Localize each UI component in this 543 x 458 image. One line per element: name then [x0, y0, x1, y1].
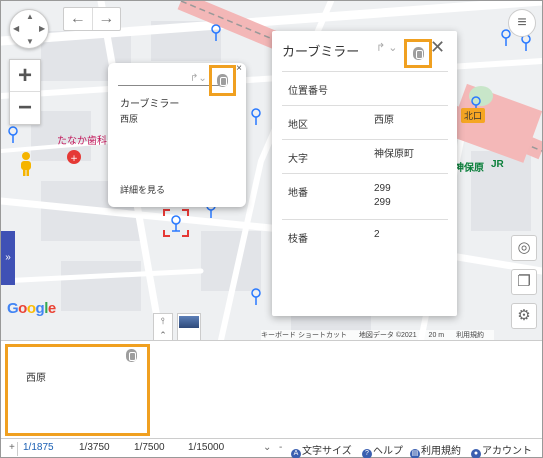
layers-icon[interactable]: ❐	[511, 269, 537, 295]
detail-database-highlight[interactable]	[404, 39, 432, 68]
database-icon[interactable]	[126, 349, 137, 362]
keyboard-shortcuts-link[interactable]: キーボード ショートカット	[261, 332, 347, 339]
bottom-info-area: 西原	[1, 340, 542, 438]
forward-arrow-icon[interactable]: →	[93, 8, 121, 30]
account-icon: ●	[471, 449, 481, 458]
scale-label: 20 m	[428, 332, 445, 339]
database-icon[interactable]	[413, 47, 424, 60]
detail-key: 地区	[288, 120, 308, 131]
detail-row: 地区 西原	[282, 105, 448, 139]
scale-option[interactable]: 1/3750	[79, 442, 110, 453]
divider	[17, 442, 18, 456]
detail-key: 枝番	[288, 234, 308, 245]
scale-dropdown-icon[interactable]: ⌄	[263, 442, 271, 453]
tooltip-divider	[118, 85, 220, 86]
pan-right-icon[interactable]: ▶	[39, 25, 45, 33]
map-attribution: キーボード ショートカット 地図データ ©2021 20 m 利用規約	[261, 330, 495, 340]
font-size-label: 文字サイズ	[302, 446, 352, 457]
help-link[interactable]: ? ヘルプ	[362, 442, 403, 458]
map-data-credit: 地図データ ©2021	[358, 332, 417, 339]
account-label: アカウント	[482, 446, 532, 457]
scale-minus-button[interactable]: -	[279, 442, 282, 453]
zoom-in-button[interactable]: +	[10, 60, 40, 92]
exit-label: 北口	[461, 108, 486, 123]
detail-key: 位置番号	[288, 86, 328, 97]
history-nav: ← →	[63, 7, 121, 31]
detail-row: 地番 299 299	[282, 173, 448, 219]
terms-of-use-link[interactable]: ▤ 利用規約	[410, 442, 461, 458]
detail-value: 2	[374, 229, 380, 240]
panel-pin-control[interactable]: ⫯ ⌃	[153, 313, 173, 343]
google-logo: Google	[7, 300, 56, 317]
pan-down-icon[interactable]: ▼	[26, 38, 34, 46]
feature-detail-panel: カーブミラー ↱ ⌄ ✕ 位置番号 地区 西原 大字 神保原町 地番 299 2…	[272, 31, 457, 316]
detail-key: 大字	[288, 154, 308, 165]
font-size-link[interactable]: A 文字サイズ	[291, 442, 352, 458]
locate-icon[interactable]: ◎	[511, 235, 537, 261]
zoom-out-button[interactable]: −	[10, 92, 40, 124]
tooltip-subtitle: 西原	[120, 114, 139, 124]
detail-row: 枝番 2	[282, 219, 448, 253]
font-size-icon: A	[291, 449, 301, 458]
station-label: 神保原	[454, 163, 484, 174]
detail-row: 大字 神保原町	[282, 139, 448, 173]
selected-mirror-marker[interactable]	[163, 209, 189, 237]
database-icon[interactable]	[217, 74, 228, 87]
pan-up-icon[interactable]: ▲	[26, 13, 34, 21]
zoom-control: + −	[9, 59, 41, 125]
svg-text:+: +	[70, 154, 78, 164]
bottom-info-panel: 西原	[5, 344, 150, 436]
status-bar: + 1/1875 1/3750 1/7500 1/15000 ⌄ - A 文字サイ…	[1, 438, 542, 458]
tooltip-close-icon[interactable]: ×	[236, 63, 242, 74]
bottom-panel-text: 西原	[26, 373, 46, 384]
pegman-icon[interactable]	[15, 151, 37, 177]
settings-gear-icon[interactable]: ⚙	[511, 303, 537, 329]
menu-icon[interactable]: ≡	[508, 9, 536, 37]
tooltip-title: カーブミラー	[120, 99, 180, 110]
scale-option[interactable]: 1/15000	[188, 442, 224, 453]
detail-title: カーブミラー	[282, 44, 360, 59]
poi-label: たなか歯科	[57, 136, 107, 147]
help-label: ヘルプ	[373, 446, 403, 457]
detail-row: 位置番号	[282, 71, 448, 105]
detail-value: 神保原町	[374, 149, 414, 160]
pan-left-icon[interactable]: ◀	[13, 25, 19, 33]
route-icon[interactable]: ↱⌄	[190, 73, 207, 84]
tooltip-database-highlight[interactable]	[209, 65, 236, 96]
aerial-thumbnail[interactable]	[177, 313, 201, 343]
account-link[interactable]: ● アカウント	[471, 442, 532, 458]
back-arrow-icon[interactable]: ←	[64, 8, 93, 30]
terms-icon: ▤	[410, 449, 420, 458]
terms-link[interactable]: 利用規約	[456, 332, 484, 339]
detail-key: 地番	[288, 188, 308, 199]
pan-control[interactable]: ▲ ▼ ◀ ▶	[9, 9, 49, 49]
details-link[interactable]: 詳細を見る	[120, 183, 165, 196]
help-icon: ?	[362, 449, 372, 458]
scale-plus-button[interactable]: +	[9, 442, 15, 453]
terms-label: 利用規約	[421, 446, 461, 457]
map-canvas[interactable]: + たなか歯科 神保原 JR 北口 ▲ ▼ ◀ ▶ ← → + − » Goog…	[1, 1, 542, 340]
scale-option[interactable]: 1/7500	[134, 442, 165, 453]
route-icon[interactable]: ↱ ⌄	[376, 41, 398, 54]
scale-option[interactable]: 1/1875	[23, 442, 54, 453]
detail-value: 299 299	[374, 183, 391, 208]
detail-value: 西原	[374, 115, 394, 126]
paperclip-icon[interactable]: ⫯	[154, 314, 172, 328]
detail-close-icon[interactable]: ✕	[430, 37, 445, 58]
jr-mark: JR	[491, 159, 504, 170]
side-panel-toggle[interactable]: »	[1, 231, 15, 285]
